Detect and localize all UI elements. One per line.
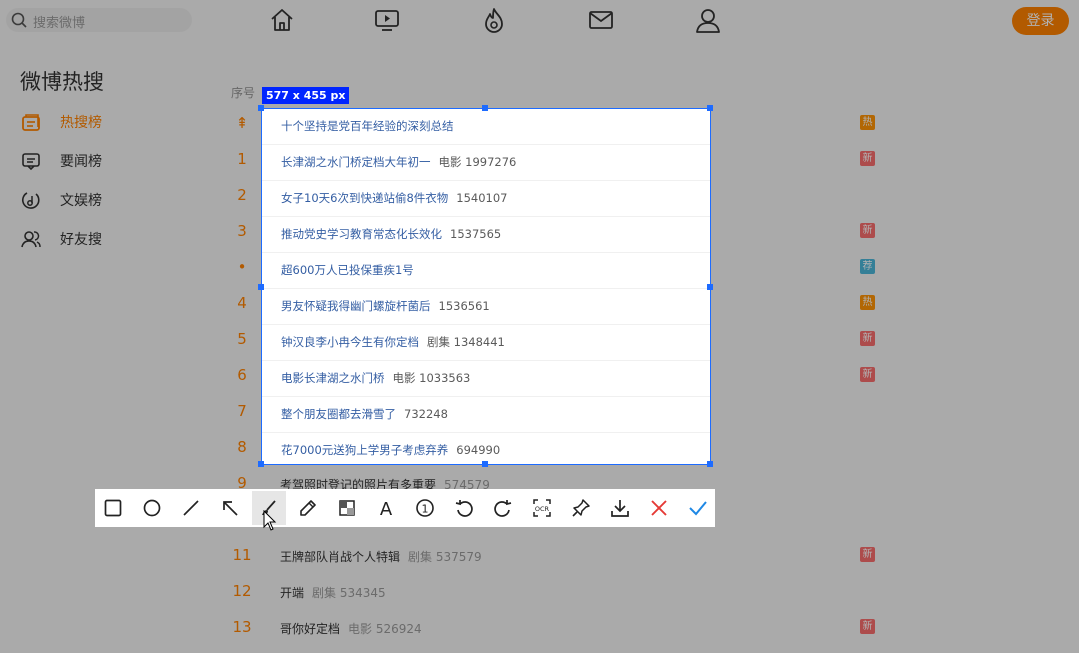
topic-meta: 1537565 <box>450 227 502 241</box>
mosaic-icon <box>339 500 355 516</box>
topic-meta: 电影 1033563 <box>392 371 471 385</box>
circle-icon <box>143 499 161 517</box>
topic-link[interactable]: 长津湖之水门桥定档大年初一电影 1997276 <box>281 154 516 170</box>
svg-text:A: A <box>380 499 393 518</box>
resize-handle-right[interactable] <box>707 284 713 290</box>
topic-link[interactable]: 电影长津湖之水门桥电影 1033563 <box>281 370 470 386</box>
topic-title: 推动党史学习教育常态化长效化 <box>281 227 442 241</box>
resize-handle-top-left[interactable] <box>258 105 264 111</box>
close-icon <box>651 500 667 516</box>
topic-title: 超600万人已投保重疾1号 <box>281 263 414 277</box>
ellipse-tool[interactable] <box>135 491 169 525</box>
topic-title: 男友怀疑我得幽门螺旋杆菌后 <box>281 299 431 313</box>
list-item: 钟汉良李小冉今生有你定档 剧集 1348441 <box>262 324 710 361</box>
resize-handle-bottom[interactable] <box>482 461 488 467</box>
download-icon <box>611 500 629 517</box>
topic-title: 电影长津湖之水门桥 <box>281 371 385 385</box>
topic-title: 长津湖之水门桥定档大年初一 <box>281 155 431 169</box>
confirm-tool[interactable] <box>681 491 715 525</box>
topic-meta: 电影 1997276 <box>438 155 517 169</box>
redo-tool[interactable] <box>486 491 520 525</box>
mosaic-tool[interactable] <box>330 491 364 525</box>
pin-tool[interactable] <box>564 491 598 525</box>
text-icon: A <box>380 499 393 518</box>
topic-title: 女子10天6次到快递站偷8件衣物 <box>281 191 449 205</box>
selection-region[interactable]: 十个坚持是党百年经验的深刻总结 长津湖之水门桥定档大年初一 电影 1997276 女子… <box>261 108 711 465</box>
number-icon: 1 <box>416 499 434 517</box>
topic-title: 整个朋友圈都去滑雪了 <box>281 407 396 421</box>
topic-meta: 1536561 <box>438 299 490 313</box>
selection-size-label: 577 x 455 px <box>262 87 350 104</box>
text-tool[interactable]: A <box>369 491 403 525</box>
arrow-icon <box>223 501 238 516</box>
topic-link[interactable]: 超600万人已投保重疾1号 <box>281 262 414 278</box>
arrow-tool[interactable] <box>213 491 247 525</box>
screenshot-toolbar: A 1 OCR <box>95 489 715 527</box>
undo-tool[interactable] <box>447 491 481 525</box>
resize-handle-left[interactable] <box>258 284 264 290</box>
topic-meta: 694990 <box>456 443 501 457</box>
list-item: 推动党史学习教育常态化长效化 1537565 <box>262 216 710 253</box>
list-item: 十个坚持是党百年经验的深刻总结 <box>262 109 710 145</box>
topic-meta: 剧集 1348441 <box>427 335 505 349</box>
resize-handle-top[interactable] <box>482 105 488 111</box>
square-icon <box>104 499 122 517</box>
cancel-tool[interactable] <box>642 491 676 525</box>
pencil-icon <box>300 500 316 516</box>
pin-icon <box>572 499 590 517</box>
topic-meta: 1540107 <box>456 191 508 205</box>
topic-meta: 732248 <box>404 407 448 421</box>
svg-text:OCR: OCR <box>535 505 550 513</box>
topic-title: 十个坚持是党百年经验的深刻总结 <box>281 119 454 133</box>
topic-link[interactable]: 整个朋友圈都去滑雪了 732248 <box>281 406 448 422</box>
pencil-tool[interactable] <box>291 491 325 525</box>
topic-title: 花7000元送狗上学男子考虑弃养 <box>281 443 449 457</box>
list-item: 长津湖之水门桥定档大年初一 电影 1997276 <box>262 144 710 181</box>
topic-link[interactable]: 钟汉良李小冉今生有你定档剧集 1348441 <box>281 334 505 350</box>
resize-handle-bottom-right[interactable] <box>707 461 713 467</box>
line-tool[interactable] <box>174 491 208 525</box>
list-item: 整个朋友圈都去滑雪了 732248 <box>262 396 710 433</box>
topic-link[interactable]: 男友怀疑我得幽门螺旋杆菌后 1536561 <box>281 298 490 314</box>
svg-text:1: 1 <box>422 503 429 516</box>
number-tool[interactable]: 1 <box>408 491 442 525</box>
topic-link[interactable]: 十个坚持是党百年经验的深刻总结 <box>281 118 454 134</box>
list-item: 电影长津湖之水门桥 电影 1033563 <box>262 360 710 397</box>
check-icon <box>689 501 707 516</box>
rectangle-tool[interactable] <box>96 491 130 525</box>
list-item: 超600万人已投保重疾1号 <box>262 252 710 289</box>
redo-icon <box>494 500 512 517</box>
mouse-cursor-icon <box>263 510 277 531</box>
line-icon <box>183 500 199 516</box>
topic-link[interactable]: 推动党史学习教育常态化长效化 1537565 <box>281 226 501 242</box>
topic-link[interactable]: 花7000元送狗上学男子考虑弃养 694990 <box>281 442 500 458</box>
resize-handle-bottom-left[interactable] <box>258 461 264 467</box>
undo-icon <box>455 500 473 517</box>
save-tool[interactable] <box>603 491 637 525</box>
ocr-icon: OCR <box>533 499 551 517</box>
ocr-tool[interactable]: OCR <box>525 491 559 525</box>
topic-title: 钟汉良李小冉今生有你定档 <box>281 335 419 349</box>
topic-link[interactable]: 女子10天6次到快递站偷8件衣物 1540107 <box>281 190 507 206</box>
list-item: 女子10天6次到快递站偷8件衣物 1540107 <box>262 180 710 217</box>
list-item: 男友怀疑我得幽门螺旋杆菌后 1536561 <box>262 288 710 325</box>
resize-handle-top-right[interactable] <box>707 105 713 111</box>
